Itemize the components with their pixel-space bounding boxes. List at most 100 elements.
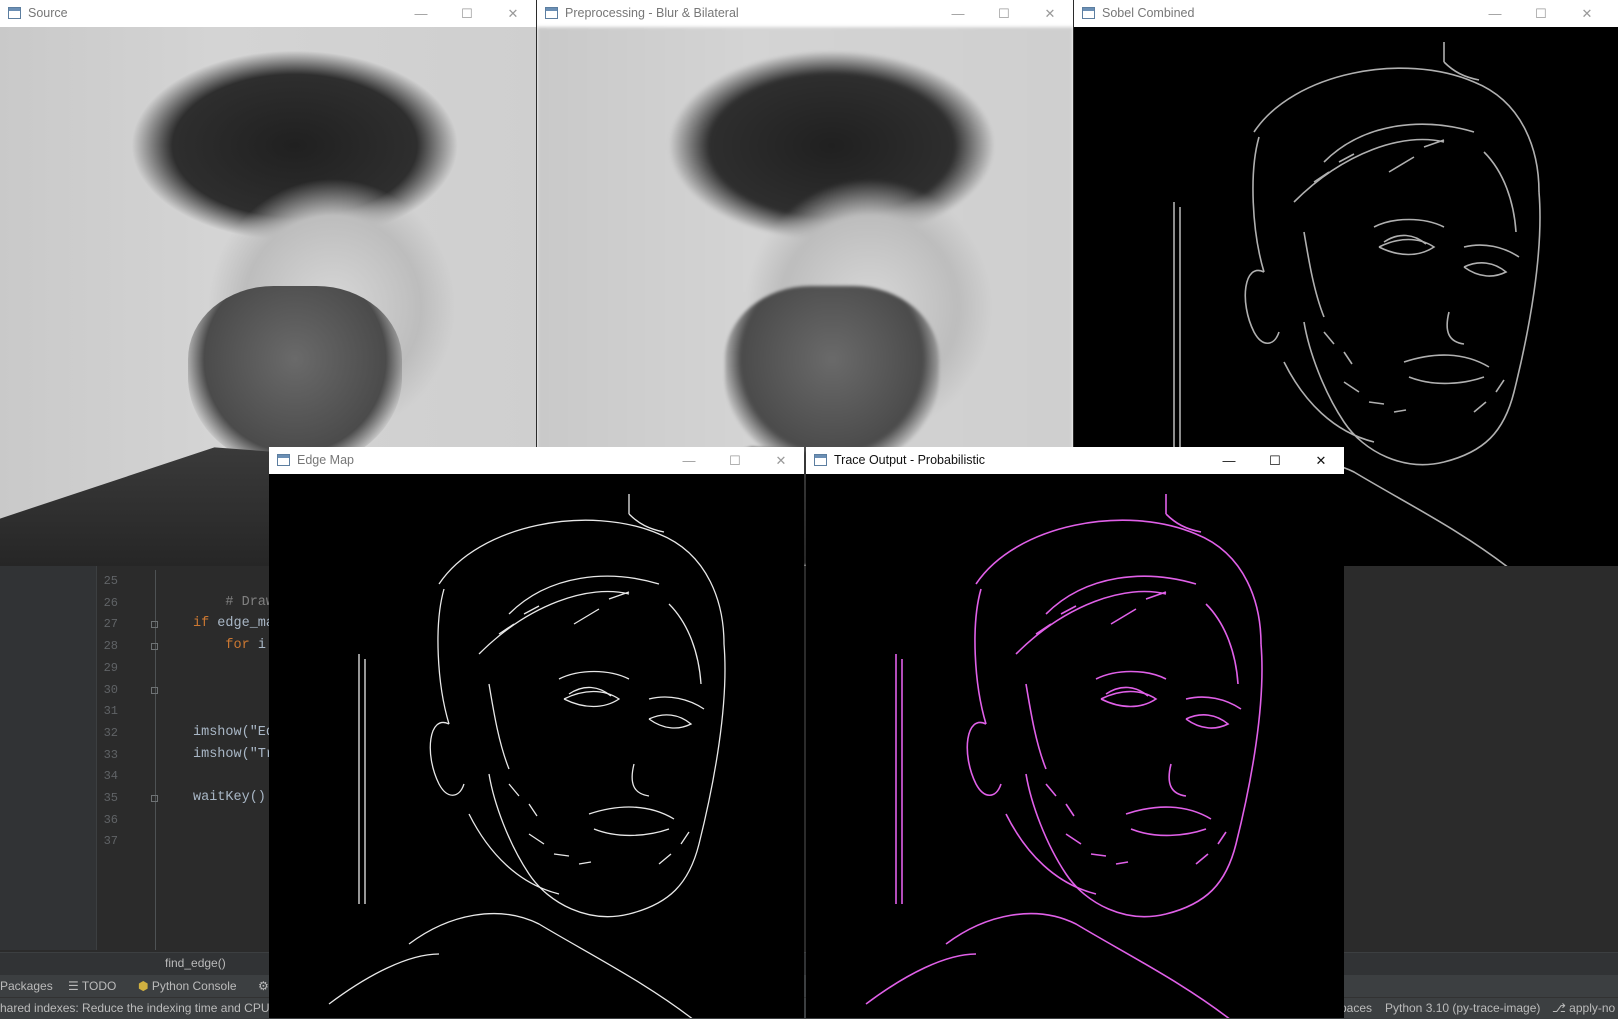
trace-output-title: Trace Output - Probabilistic [834,453,985,467]
minimize-icon[interactable]: — [1472,0,1518,27]
trace-contour [966,721,1002,797]
source-titlebar[interactable]: Source — ☐ ✕ [0,0,536,27]
window-app-icon [545,7,558,19]
code-line[interactable]: 29 li [0,657,307,679]
trace-contour [1015,590,1167,655]
trace-contour [1125,806,1212,820]
line-number: 25 [103,574,118,588]
window-app-icon [1082,7,1095,19]
minimize-icon[interactable]: — [1206,447,1252,474]
code-line[interactable]: 35 waitKey() [0,787,300,809]
code-text: for i [193,638,266,654]
close-icon[interactable]: ✕ [1027,0,1073,27]
todo-tab[interactable]: ☰ TODO [68,979,116,993]
sobel-contour [1403,354,1490,368]
code-text: imshow("Ed [193,724,275,740]
code-line[interactable]: 34 [0,765,300,787]
edge-contour [573,591,630,625]
sobel-contour [1293,138,1445,203]
minimize-icon[interactable]: — [398,0,444,27]
sobel-contour [1252,136,1265,273]
close-icon[interactable]: ✕ [1564,0,1610,27]
code-line[interactable]: 32 imshow("Ed [0,722,300,744]
fold-marker-icon[interactable] [151,795,158,802]
trace-contour [1100,690,1158,708]
line-number: 30 [103,682,118,697]
breadcrumb-function[interactable]: find_edge() [165,956,226,970]
close-icon[interactable]: ✕ [758,447,804,474]
list-icon: ☰ [68,979,82,993]
trace-contour [975,519,1262,645]
line-number: 37 [103,834,118,849]
trace-contour [1005,813,1097,895]
line-number: 36 [103,812,118,827]
code-line[interactable]: 27 if edge_ma [0,613,300,635]
trace-contour [1185,714,1230,729]
fold-marker-icon[interactable] [151,643,158,651]
trace-contour [1205,603,1239,685]
trace-contour [1035,605,1077,635]
status-message[interactable]: hared indexes: Reduce the indexing time … [0,1001,282,1015]
line-number: 35 [103,791,118,805]
code-line[interactable]: 37 [0,830,300,852]
edge-contour [437,588,450,725]
close-icon[interactable]: ✕ [1298,447,1344,474]
trace-output-window[interactable]: Trace Output - Probabilistic — ☐ ✕ [806,447,1344,1018]
edge-contour [408,913,693,1018]
edge-contour [498,605,540,635]
maximize-icon[interactable]: ☐ [1252,447,1298,474]
sobel-contour [1473,379,1505,413]
line-number: 34 [103,769,118,784]
minimize-icon[interactable]: — [935,0,981,27]
code-line[interactable]: 36 [0,809,300,831]
edge-contour [508,575,660,615]
maximize-icon[interactable]: ☐ [444,0,490,27]
sobel-contour [1446,311,1465,345]
git-branch-status[interactable]: ⎇ apply-no [1552,1001,1615,1015]
edge-map-window[interactable]: Edge Map — ☐ ✕ [269,447,804,1018]
code-editor[interactable]: 25 26 # Draw li 27 if edge_ma 28 for i 29 li 3… [0,570,307,870]
edge-map-lines [328,494,726,1018]
trace-output-titlebar[interactable]: Trace Output - Probabilistic — ☐ ✕ [806,447,1344,474]
code-line[interactable]: 33 imshow("Tr [0,744,300,766]
fold-marker-icon[interactable] [151,621,158,629]
code-text: waitKey() [193,790,266,805]
sobel-contour [1378,238,1436,256]
trace-contour [1065,833,1129,865]
trace-contour [1165,643,1263,915]
code-line[interactable]: 26 # Draw li [0,592,300,614]
trace-contour [974,588,987,725]
code-text: imshow("Tr [193,746,275,762]
sobel-titlebar[interactable]: Sobel Combined — ☐ ✕ [1074,0,1618,27]
source-title: Source [28,6,68,20]
maximize-icon[interactable]: ☐ [981,0,1027,27]
settings-icon[interactable]: ⚙ [258,979,269,993]
interpreter-status[interactable]: Python 3.10 (py-trace-image) [1385,1001,1540,1015]
edge-contour [488,773,630,918]
python-console-tab[interactable]: ⬢ Python Console [138,979,237,993]
packages-tab[interactable]: Packages [0,979,53,993]
indent-status[interactable]: paces [1340,1001,1372,1015]
line-number: 28 [103,639,118,654]
edge-contour [508,783,538,817]
sobel-contour [1373,218,1445,228]
edge-contour [563,690,621,708]
edge-contour [648,714,693,729]
preprocessing-titlebar[interactable]: Preprocessing - Blur & Bilateral — ☐ ✕ [537,0,1073,27]
minimize-icon[interactable]: — [666,447,712,474]
trace-contour [1025,683,1047,770]
edge-map-titlebar[interactable]: Edge Map — ☐ ✕ [269,447,804,474]
trace-contour [1168,763,1187,797]
code-line[interactable]: 30 li [0,679,307,701]
fold-marker-icon[interactable] [151,686,158,694]
maximize-icon[interactable]: ☐ [712,447,758,474]
code-line[interactable]: 31 [0,700,300,722]
code-line[interactable]: 25 [0,570,300,592]
code-line[interactable]: 28 for i [0,635,300,657]
trace-contour [1045,783,1075,817]
close-icon[interactable]: ✕ [490,0,536,27]
sobel-contour [1244,269,1280,345]
maximize-icon[interactable]: ☐ [1518,0,1564,27]
line-number: 32 [103,725,118,740]
trace-contour [1025,773,1167,918]
